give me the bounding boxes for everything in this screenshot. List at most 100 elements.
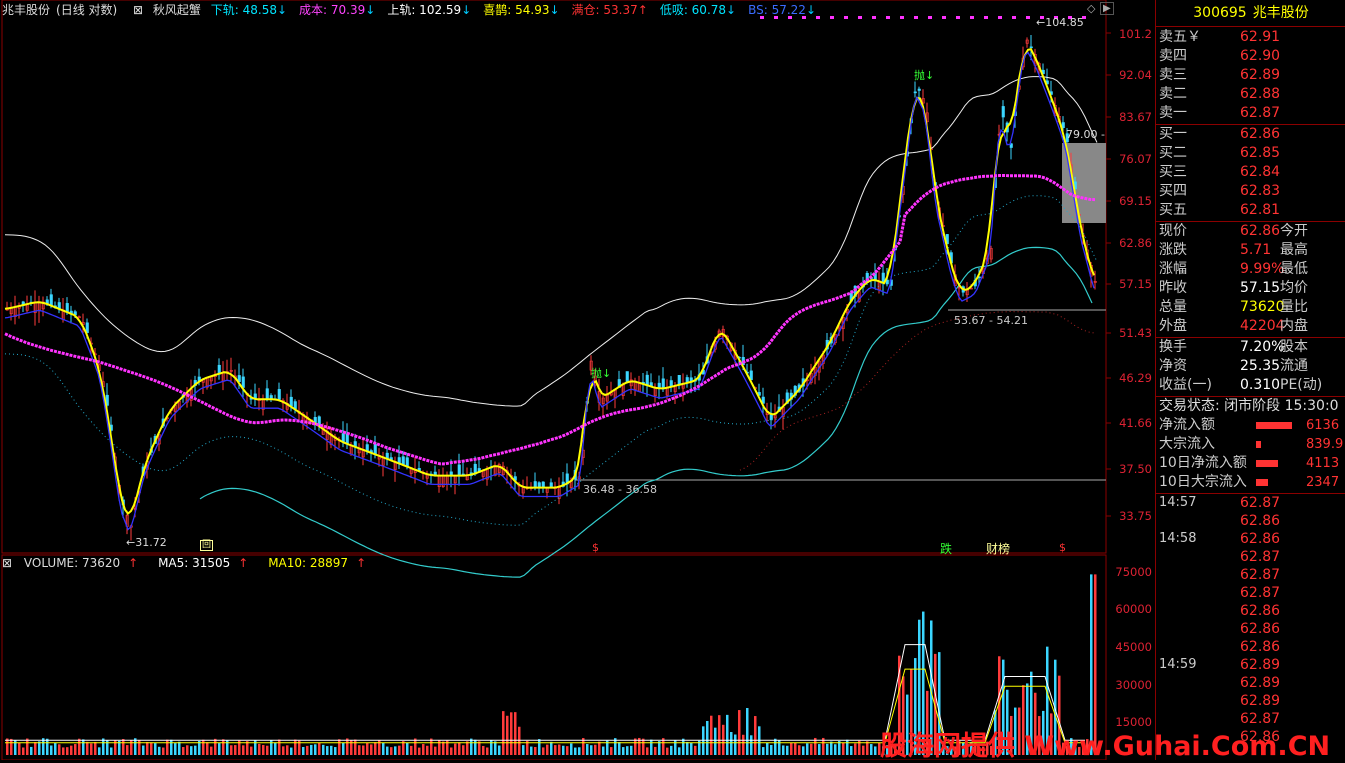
volume-bar bbox=[90, 743, 93, 755]
tick-row: 62.87 bbox=[1240, 567, 1281, 583]
stock-name: 兆丰股份 (日线 对数) bbox=[2, 3, 118, 17]
bid-row[interactable]: 买三 62.84 bbox=[1156, 163, 1345, 182]
window-close-icon[interactable]: ⊠ bbox=[133, 3, 143, 17]
volume-bar bbox=[478, 741, 481, 755]
volume-bar bbox=[398, 745, 401, 755]
bid-row[interactable]: 买四 62.83 bbox=[1156, 182, 1345, 201]
capital-flows: 净流入额 6136 大宗流入 839.9 10日净流入额 4113 10日大宗流入 2347 bbox=[1156, 416, 1345, 492]
volume-bar bbox=[850, 746, 853, 755]
volume-bar bbox=[66, 747, 69, 755]
candle bbox=[345, 433, 349, 444]
indicator-values: 下轨: 48.58↓ 成本: 70.39↓ 上轨: 102.59↓ 喜鹊: 54.93… bbox=[211, 3, 828, 17]
candle bbox=[917, 88, 921, 91]
volume-bar bbox=[154, 743, 157, 755]
volume-bar bbox=[290, 747, 293, 755]
volume-bar bbox=[74, 744, 77, 755]
quote-row[interactable]: 涨跌 5.71 最高 bbox=[1156, 241, 1345, 260]
price-tick: 62.86 bbox=[1119, 236, 1152, 250]
quote-row[interactable]: 涨幅 9.99% 最低 bbox=[1156, 260, 1345, 279]
stats-info: 换手 7.20% 股本 净资 25.35 流通 收益(一) 0.310 PE(动) bbox=[1156, 338, 1345, 395]
stat-row[interactable]: 净资 25.35 流通 bbox=[1156, 357, 1345, 376]
tick-row: 62.86 bbox=[1240, 621, 1281, 637]
volume-bar bbox=[570, 743, 573, 755]
volume-tick: 30000 bbox=[1115, 678, 1152, 692]
volume-bar bbox=[26, 738, 29, 755]
volume-bar bbox=[362, 745, 365, 755]
volume-bar bbox=[762, 747, 765, 755]
ask-row[interactable]: 卖二 62.88 bbox=[1156, 85, 1345, 104]
event-icon[interactable]: 回 bbox=[200, 540, 214, 551]
sell-signal-b: 抛↓ bbox=[914, 69, 935, 82]
dollar-mark-b: $ bbox=[1059, 541, 1066, 554]
volume-bar bbox=[126, 745, 129, 755]
volume-header: ⊠ VOLUME: 73620 ↑ MA5: 31505 ↑ MA10: 28897… bbox=[2, 556, 382, 570]
volume-bar bbox=[690, 742, 693, 755]
candle bbox=[289, 396, 293, 407]
volume-bar bbox=[866, 741, 869, 755]
price-tick: 51.43 bbox=[1119, 326, 1152, 340]
low-label: ←31.72 bbox=[126, 536, 167, 549]
candle bbox=[49, 294, 53, 306]
ask-row[interactable]: 卖一 62.87 bbox=[1156, 104, 1345, 123]
quote-info: 现价 62.86 今开 涨跌 5.71 最高 涨幅 9.99% 最低 昨收 57.15 均价 总量 736… bbox=[1156, 222, 1345, 336]
volume-close-icon[interactable]: ⊠ bbox=[2, 556, 12, 570]
volume-bar bbox=[442, 741, 445, 755]
volume-bar bbox=[450, 747, 453, 755]
ask-row[interactable]: 卖四 62.90 bbox=[1156, 47, 1345, 66]
volume-bar bbox=[342, 742, 345, 755]
quote-row[interactable]: 外盘 42204 内盘 bbox=[1156, 317, 1345, 336]
volume-bar bbox=[186, 745, 189, 755]
indicator-name[interactable]: 秋风起蟹 bbox=[153, 3, 201, 17]
ask-row[interactable]: 卖五￥ 62.91 bbox=[1156, 28, 1345, 47]
price-tick: 41.66 bbox=[1119, 416, 1152, 430]
candle bbox=[65, 303, 69, 313]
quote-row[interactable]: 总量 73620 量比 bbox=[1156, 298, 1345, 317]
quote-row[interactable]: 现价 62.86 今开 bbox=[1156, 222, 1345, 241]
volume-bar bbox=[86, 741, 89, 755]
volume-tick: 45000 bbox=[1115, 640, 1152, 654]
volume-bar bbox=[586, 744, 589, 755]
volume-bar bbox=[22, 747, 25, 755]
volume-bar bbox=[834, 744, 837, 755]
quote-panel: 300695 兆丰股份 卖五￥ 62.91 卖四 62.90 卖三 62.89 卖二 62.88… bbox=[1155, 0, 1345, 760]
volume-bar bbox=[302, 746, 305, 755]
panel-title: 300695 兆丰股份 bbox=[1156, 0, 1345, 27]
volume-bar bbox=[742, 734, 745, 755]
volume-bar bbox=[798, 745, 801, 755]
bid-row[interactable]: 买五 62.81 bbox=[1156, 201, 1345, 220]
diamond-icon[interactable]: ◇ bbox=[1087, 2, 1095, 15]
scroll-right-icon[interactable]: ▶ bbox=[1100, 2, 1114, 15]
volume-bar bbox=[234, 745, 237, 755]
flow-row: 10日净流入额 4113 bbox=[1159, 455, 1340, 471]
volume-ma5: MA5: 31505 ↑ bbox=[158, 556, 249, 570]
volume-bar bbox=[466, 741, 469, 755]
volume-bar bbox=[598, 741, 601, 755]
volume-bar bbox=[794, 742, 797, 755]
volume-bar bbox=[94, 741, 97, 755]
volume-bar bbox=[214, 738, 217, 755]
bid-row[interactable]: 买二 62.85 bbox=[1156, 144, 1345, 163]
volume-bar bbox=[790, 742, 793, 755]
volume-bar bbox=[746, 708, 749, 755]
indicator-item: 满仓: 53.37↑ bbox=[571, 3, 648, 17]
bid-row[interactable]: 买一 62.86 bbox=[1156, 125, 1345, 144]
range-label-b: 53.67 - 54.21 bbox=[954, 314, 1028, 327]
list-mark: 财榜 bbox=[986, 542, 1011, 556]
red-dotted bbox=[739, 310, 1095, 471]
volume-bar bbox=[98, 747, 101, 755]
volume-bar bbox=[6, 738, 9, 755]
stat-row[interactable]: 换手 7.20% 股本 bbox=[1156, 338, 1345, 357]
tick-list[interactable]: 14:57 62.87 62.86 14:58 62.86 62.87 62.87 62.87… bbox=[1156, 494, 1345, 746]
price-tick: 57.15 bbox=[1119, 277, 1152, 291]
ask-row[interactable]: 卖三 62.89 bbox=[1156, 66, 1345, 85]
volume-bar bbox=[82, 739, 85, 755]
volume-bar bbox=[694, 745, 697, 755]
volume-bar bbox=[498, 745, 501, 755]
volume-bar bbox=[634, 738, 637, 755]
volume-bar bbox=[78, 738, 81, 755]
stat-row[interactable]: 收益(一) 0.310 PE(动) bbox=[1156, 376, 1345, 395]
volume-bar bbox=[110, 747, 113, 755]
mid-dotted bbox=[4, 195, 1098, 526]
tick-row: 62.86 bbox=[1240, 603, 1281, 619]
quote-row[interactable]: 昨收 57.15 均价 bbox=[1156, 279, 1345, 298]
